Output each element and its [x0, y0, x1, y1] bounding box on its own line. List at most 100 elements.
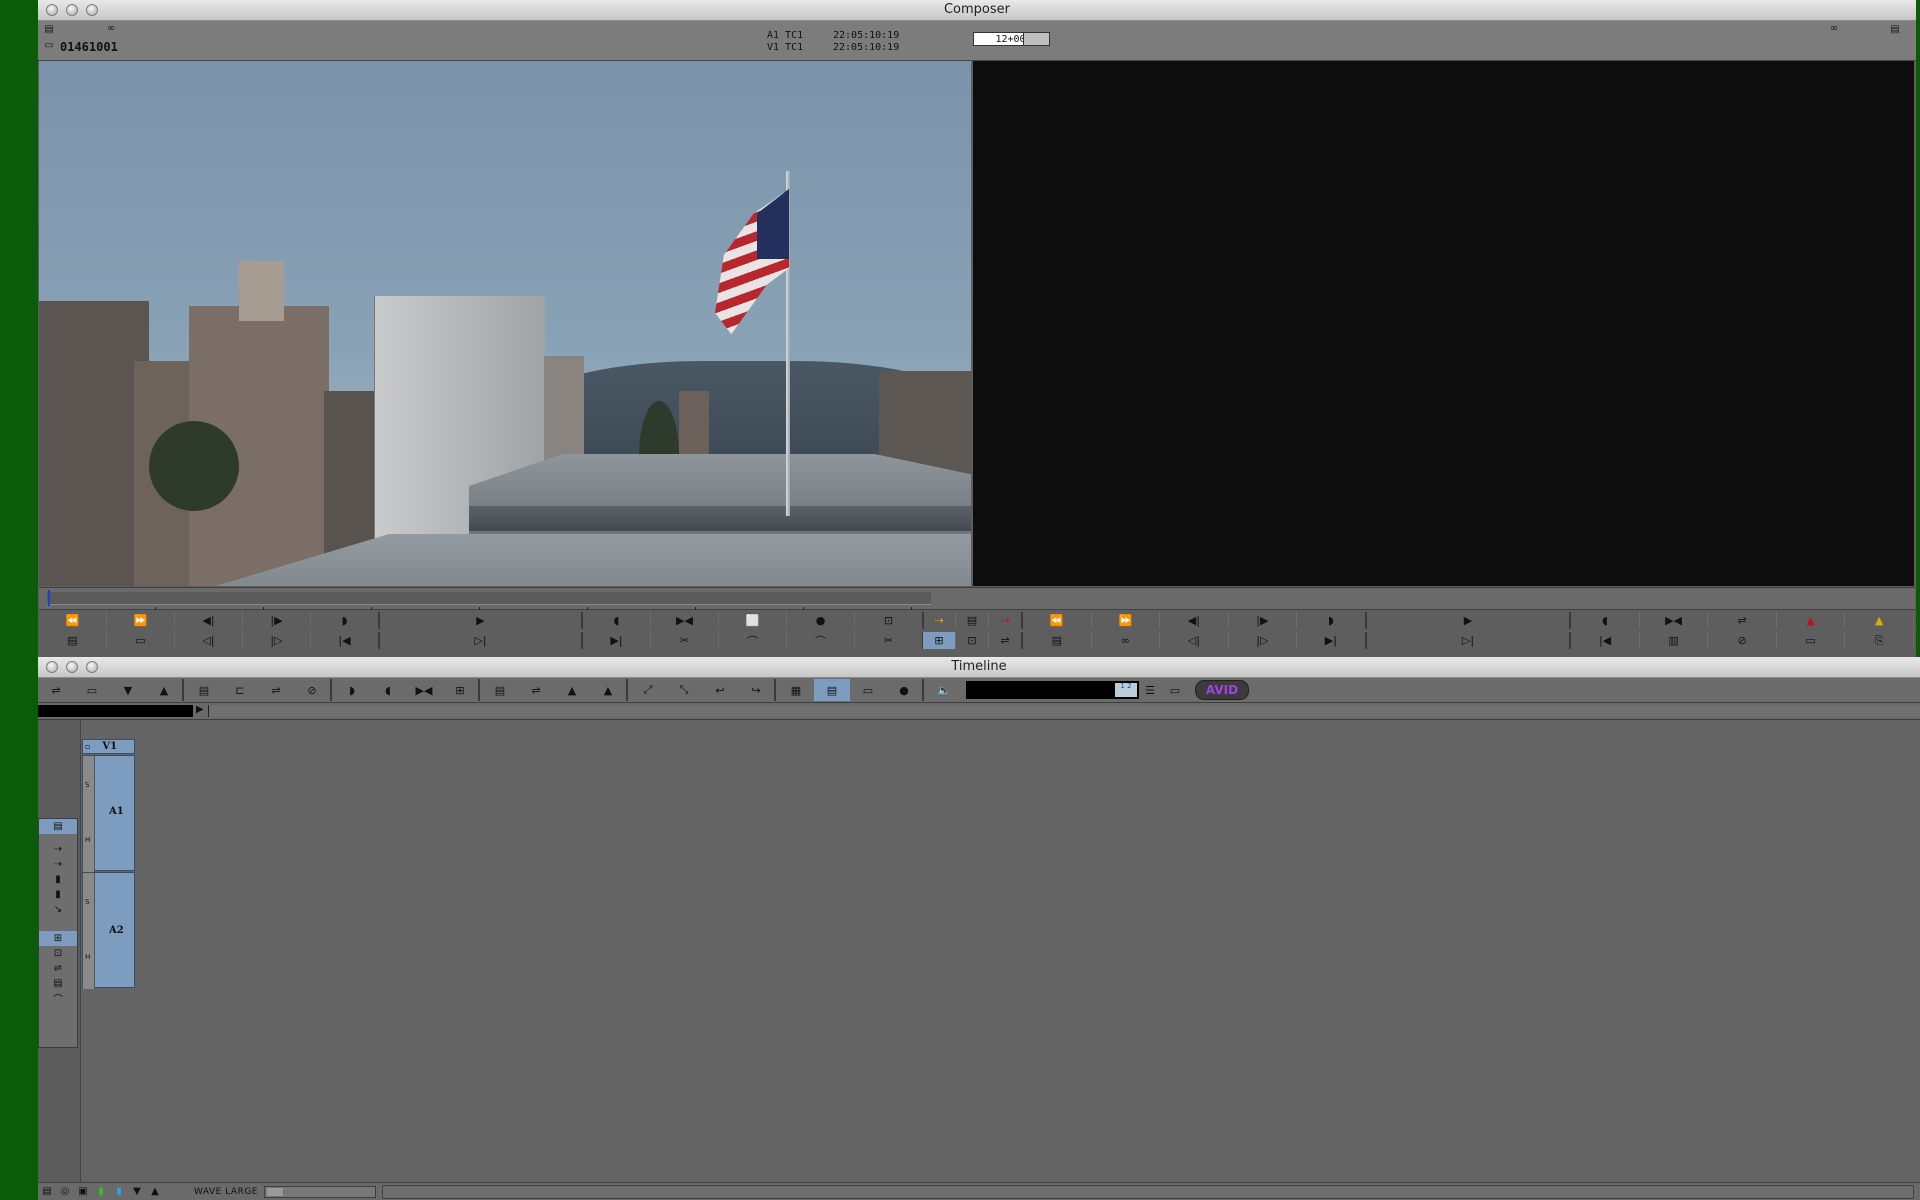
timeline-track-area[interactable]: ▤ ⇢ ⇢ ▮ ▮ ↘ ⊞ ⊡ ⇌ ▤ ⌒ ▫ V1 S H A1 S H A2: [38, 720, 1920, 1183]
mini-timecode-icon[interactable]: 1 2: [1115, 683, 1137, 697]
list-view-icon[interactable]: ☰: [1139, 679, 1161, 701]
go-to-in-button[interactable]: |◀: [311, 632, 380, 649]
mute-button[interactable]: H: [83, 814, 95, 872]
palette-menu-button[interactable]: ▤: [39, 819, 77, 834]
record-effect-button[interactable]: ▥: [1640, 632, 1709, 649]
record-clear-button[interactable]: ⊘: [1708, 632, 1777, 649]
record-monitor[interactable]: [973, 61, 1914, 586]
record-step-back-button[interactable]: ◀|: [1160, 612, 1229, 629]
record-toggle-button[interactable]: ▤: [1023, 632, 1092, 649]
composer-titlebar[interactable]: Composer: [38, 0, 1916, 21]
splice-in-button[interactable]: ⇢: [923, 612, 956, 629]
extract-palette-button[interactable]: ▮: [39, 872, 77, 887]
speaker-icon[interactable]: 🔈: [926, 679, 962, 701]
view-toggle-icon[interactable]: ▣: [74, 1185, 92, 1199]
zoom-button[interactable]: [86, 661, 98, 673]
minimize-button[interactable]: [66, 4, 78, 16]
effect-palette-button[interactable]: ⌒: [39, 991, 77, 1006]
target-icon[interactable]: ◎: [56, 1185, 74, 1199]
splice-palette-button[interactable]: ⇢: [39, 857, 77, 872]
timeline-scrollbar[interactable]: [381, 1184, 1914, 1199]
record-toolbar-button[interactable]: ▦: [778, 679, 814, 701]
overwrite-palette-button[interactable]: ⇢: [39, 842, 77, 857]
minimize-button[interactable]: [66, 661, 78, 673]
clear-marks-button[interactable]: ⊘: [294, 679, 330, 701]
go-to-start-toolbar-button[interactable]: ⊏: [222, 679, 258, 701]
solo-button[interactable]: S: [83, 756, 95, 814]
go-to-start-button[interactable]: ▶|: [583, 632, 651, 649]
toggle-source-button[interactable]: ▭: [74, 679, 110, 701]
mark-in-button[interactable]: ◖: [583, 612, 651, 629]
zoom-button[interactable]: [86, 4, 98, 16]
record-go-to-in-button[interactable]: ▶|: [1297, 632, 1367, 649]
green-track-color-icon[interactable]: ▮: [92, 1185, 110, 1199]
record-go-to-out-button[interactable]: ▷|: [1367, 632, 1572, 649]
timeline-titlebar[interactable]: Timeline: [38, 657, 1920, 678]
mark-in-2-toolbar-button[interactable]: ◖: [370, 679, 406, 701]
timeline-settings-button[interactable]: ⇌: [38, 679, 74, 701]
step-forward-button[interactable]: |▶: [243, 612, 311, 629]
record-mark-clip-button[interactable]: ▶◀: [1640, 612, 1709, 629]
timeline-timecode-display[interactable]: 1 2: [966, 681, 1139, 699]
fast-menu-icon[interactable]: ▤: [38, 1185, 56, 1199]
zoom-slider-knob[interactable]: [266, 1187, 283, 1196]
play-button[interactable]: ▶: [380, 612, 583, 629]
mark-in-toolbar-button[interactable]: ▤: [186, 679, 222, 701]
undo-button[interactable]: ↩: [702, 679, 738, 701]
source-menu-button[interactable]: ⊡: [855, 612, 924, 629]
record-play-button[interactable]: ▶: [1367, 612, 1572, 629]
timeline-ruler[interactable]: ▶: [38, 703, 1920, 720]
record-go-to-start-button[interactable]: |◀: [1571, 632, 1640, 649]
source-toggle-button[interactable]: ▤: [39, 632, 107, 649]
source-position-track[interactable]: [47, 592, 931, 610]
blue-track-color-icon[interactable]: ▮: [110, 1185, 128, 1199]
record-fast-forward-button[interactable]: ⏩: [1092, 612, 1161, 629]
close-button[interactable]: [46, 4, 58, 16]
trim-mode-button[interactable]: ⇌: [989, 632, 1023, 649]
split-button[interactable]: ⤡: [666, 679, 702, 701]
mark-out-toolbar-button[interactable]: ◗: [334, 679, 370, 701]
zoom-slider[interactable]: [263, 1185, 376, 1198]
clip-toolbar-button[interactable]: ▭: [850, 679, 886, 701]
trim-palette-button[interactable]: ↘: [39, 902, 77, 917]
redo-button[interactable]: ↪: [738, 679, 774, 701]
record-jog-forward-button[interactable]: |▷: [1229, 632, 1298, 649]
record-fast-rewind-button[interactable]: ⏪: [1023, 612, 1092, 629]
record-step-forward-button[interactable]: |▶: [1229, 612, 1298, 629]
solo-button[interactable]: S: [83, 873, 95, 931]
record-extract-button[interactable]: ▲: [1845, 612, 1914, 629]
fast-forward-button[interactable]: ⏩: [107, 612, 175, 629]
subclip-toolbar-button[interactable]: ▤: [482, 679, 518, 701]
monitor-square-icon[interactable]: ▫: [85, 742, 90, 751]
mute-button[interactable]: H: [83, 931, 95, 989]
add-locator-button[interactable]: ●: [787, 612, 855, 629]
mark-clip-toolbar-button[interactable]: ▶◀: [406, 679, 442, 701]
record-mark-in-button[interactable]: ◖: [1571, 612, 1640, 629]
track-palette-button[interactable]: ▤: [39, 976, 77, 991]
mark-clip-button[interactable]: ▶◀: [651, 612, 719, 629]
zoom-in-button[interactable]: ▲: [146, 679, 182, 701]
play-triangle-icon[interactable]: ▶: [196, 704, 204, 715]
mark-out-button[interactable]: ◗: [311, 612, 380, 629]
source-monitor[interactable]: II: [39, 61, 971, 586]
fast-rewind-button[interactable]: ⏪: [39, 612, 107, 629]
trim-toolbar-button[interactable]: ⇌: [258, 679, 294, 701]
segment-mode-button[interactable]: ⊞: [923, 632, 956, 649]
record-jog-back-button[interactable]: ◁|: [1160, 632, 1229, 649]
record-subclip-button[interactable]: ▭: [1777, 632, 1846, 649]
shrink-tracks-icon[interactable]: ▼: [128, 1185, 146, 1199]
locator-toolbar-button[interactable]: ●: [886, 679, 922, 701]
step-back-button[interactable]: ◀|: [175, 612, 243, 629]
trim-left-button[interactable]: ⌒: [719, 632, 787, 649]
v1-track-selector[interactable]: ▫ V1: [82, 739, 135, 754]
trim-mode-toolbar-button[interactable]: ⇌: [518, 679, 554, 701]
enlarge-tracks-icon[interactable]: ▲: [146, 1185, 164, 1199]
fast-menu-icon[interactable]: ▤: [42, 25, 56, 35]
zoom-out-button[interactable]: ▼: [110, 679, 146, 701]
record-link-button[interactable]: ∞: [1092, 632, 1161, 649]
segment-mode-toolbar-button[interactable]: ▤: [814, 679, 850, 701]
extract-toolbar-button[interactable]: ▲: [590, 679, 626, 701]
match-toolbar-button[interactable]: ⊞: [442, 679, 478, 701]
link-icon[interactable]: ∞: [104, 24, 118, 34]
segment-palette-button[interactable]: ⊞: [39, 931, 77, 946]
